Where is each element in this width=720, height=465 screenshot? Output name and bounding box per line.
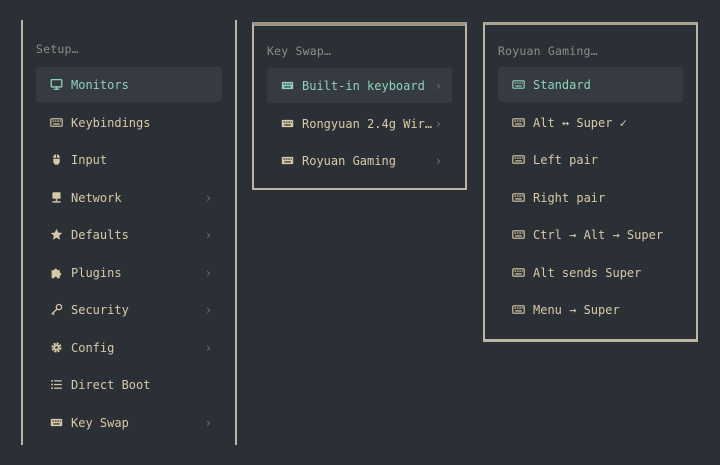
- option-menu-super[interactable]: Menu → Super: [498, 292, 683, 327]
- keyboard-icon: [49, 416, 63, 430]
- keyboard-icon: [511, 78, 525, 92]
- option-left-pair[interactable]: Left pair: [498, 142, 683, 177]
- menu-item-keybindings[interactable]: Keybindings: [36, 105, 222, 140]
- option-label: Ctrl → Alt → Super: [533, 227, 664, 242]
- chevron-right-icon: ›: [434, 153, 442, 168]
- chevron-right-icon: ›: [204, 415, 212, 430]
- menu-item-label: Monitors: [71, 77, 129, 92]
- keyboard-icon: [511, 266, 525, 280]
- puzzle-icon: [49, 266, 63, 280]
- mouse-icon: [49, 153, 63, 167]
- menu-item-label: Network: [71, 190, 122, 205]
- chevron-right-icon: ›: [204, 265, 212, 280]
- option-label: Menu → Super: [533, 302, 620, 317]
- menu-item-monitors[interactable]: Monitors: [36, 67, 222, 102]
- star-icon: [49, 228, 63, 242]
- menu-item-key-swap[interactable]: Key Swap ›: [36, 405, 222, 440]
- key-swap-menu: Key Swap… Built-in keyboard › Rongyuan 2…: [252, 22, 467, 190]
- gear-icon: [49, 341, 63, 355]
- list-icon: [49, 378, 63, 392]
- menu-item-input[interactable]: Input: [36, 142, 222, 177]
- keyboard-icon: [280, 79, 294, 93]
- option-alt-super[interactable]: Alt ↔ Super ✓: [498, 105, 683, 140]
- option-ctrl-alt-super[interactable]: Ctrl → Alt → Super: [498, 217, 683, 252]
- chevron-right-icon: ›: [204, 340, 212, 355]
- chevron-right-icon: ›: [204, 190, 212, 205]
- setup-menu: Setup… Monitors Keybindings Input Networ…: [21, 20, 237, 445]
- key-icon: [49, 303, 63, 317]
- menu-item-label: Security: [71, 302, 129, 317]
- keyboard-icon: [280, 154, 294, 168]
- menu-item-label: Input: [71, 152, 108, 167]
- menu-item-direct-boot[interactable]: Direct Boot: [36, 367, 222, 402]
- keyboard-icon: [511, 153, 525, 167]
- keyboard-icon: [511, 303, 525, 317]
- menu-item-label: Config: [71, 340, 115, 355]
- monitor-icon: [49, 78, 63, 92]
- chevron-right-icon: ›: [204, 302, 212, 317]
- option-label: Alt sends Super: [533, 265, 642, 280]
- option-alt-sends-super[interactable]: Alt sends Super: [498, 255, 683, 290]
- option-label: Right pair: [533, 190, 606, 205]
- keyboard-icon: [511, 228, 525, 242]
- royuan-gaming-menu-title: Royuan Gaming…: [498, 44, 598, 58]
- menu-item-label: Defaults: [71, 227, 129, 242]
- chevron-right-icon: ›: [204, 227, 212, 242]
- royuan-gaming-menu: Royuan Gaming… Standard Alt ↔ Super ✓ Le…: [483, 22, 698, 342]
- option-label: Left pair: [533, 152, 599, 167]
- keyboard-icon: [280, 117, 294, 131]
- keyboard-icon: [511, 116, 525, 130]
- setup-menu-title: Setup…: [36, 42, 79, 56]
- option-right-pair[interactable]: Right pair: [498, 180, 683, 215]
- option-label: Alt ↔ Super ✓: [533, 115, 627, 130]
- menu-item-label: Royuan Gaming: [302, 153, 396, 168]
- menu-item-royuan-gaming[interactable]: Royuan Gaming ›: [267, 143, 452, 178]
- key-swap-menu-title: Key Swap…: [267, 44, 332, 58]
- menu-item-label: Plugins: [71, 265, 122, 280]
- option-label: Standard: [533, 77, 591, 92]
- menu-item-label: Key Swap: [71, 415, 129, 430]
- keyboard-icon: [49, 116, 63, 130]
- menu-item-built-in-keyboard[interactable]: Built-in keyboard ›: [267, 68, 452, 103]
- menu-item-label: Keybindings: [71, 115, 151, 130]
- keyboard-icon: [511, 191, 525, 205]
- menu-item-defaults[interactable]: Defaults ›: [36, 217, 222, 252]
- menu-item-label: Direct Boot: [71, 377, 151, 392]
- chevron-right-icon: ›: [434, 116, 442, 131]
- menu-item-label: Built-in keyboard: [302, 78, 425, 93]
- menu-item-plugins[interactable]: Plugins ›: [36, 255, 222, 290]
- menu-item-config[interactable]: Config ›: [36, 330, 222, 365]
- network-icon: [49, 191, 63, 205]
- menu-item-security[interactable]: Security ›: [36, 292, 222, 327]
- menu-item-network[interactable]: Network ›: [36, 180, 222, 215]
- chevron-right-icon: ›: [434, 78, 442, 93]
- option-standard[interactable]: Standard: [498, 67, 683, 102]
- menu-item-label: Rongyuan 2.4g Wir…: [302, 116, 433, 131]
- menu-item-rongyuan-wireless[interactable]: Rongyuan 2.4g Wir… ›: [267, 106, 452, 141]
